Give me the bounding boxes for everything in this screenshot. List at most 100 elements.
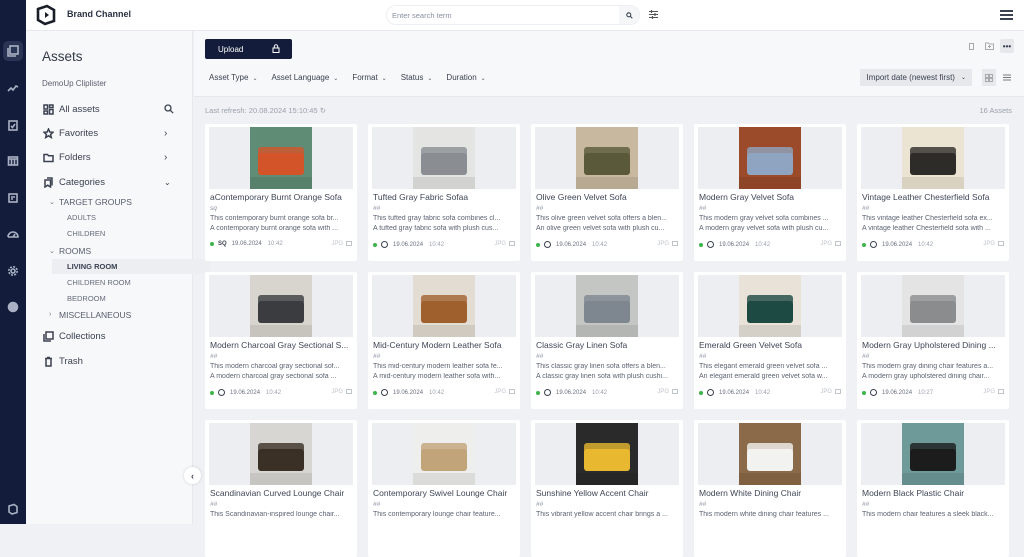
category-children-room[interactable]: CHILDREN ROOM bbox=[26, 275, 193, 290]
trash-icon bbox=[968, 43, 974, 50]
filter-format[interactable]: Format ⌄ bbox=[352, 73, 386, 82]
search-icon[interactable] bbox=[164, 104, 174, 114]
filter-settings-icon[interactable] bbox=[648, 9, 659, 20]
category-living-room[interactable]: LIVING ROOM bbox=[52, 259, 210, 274]
asset-card[interactable]: Contemporary Swivel Lounge Chair ## This c… bbox=[368, 420, 520, 557]
brand-logo-icon[interactable] bbox=[35, 4, 57, 26]
tasks-rail-icon[interactable] bbox=[3, 115, 23, 135]
delete-button[interactable] bbox=[964, 39, 978, 53]
grid-view-button[interactable] bbox=[982, 69, 996, 86]
sort-select[interactable]: Import date (newest first) ⌄ bbox=[860, 69, 972, 86]
menu-icon[interactable] bbox=[1000, 10, 1013, 22]
category-rooms[interactable]: ⌄ ROOMS bbox=[26, 243, 193, 258]
search-button[interactable] bbox=[619, 6, 639, 24]
brand-rail-icon[interactable] bbox=[3, 499, 23, 519]
user-avatar-rail-icon[interactable] bbox=[3, 297, 23, 317]
asset-image bbox=[739, 275, 801, 337]
asset-title[interactable]: Sunshine Yellow Accent Chair bbox=[536, 488, 678, 498]
category-miscellaneous[interactable]: › MISCELLANEOUS bbox=[26, 307, 193, 322]
asset-thumbnail[interactable] bbox=[698, 127, 842, 189]
settings-rail-icon[interactable] bbox=[3, 261, 23, 281]
refresh-icon[interactable]: ↻ bbox=[320, 106, 326, 115]
asset-title[interactable]: Modern Charcoal Gray Sectional S... bbox=[210, 340, 352, 350]
asset-card[interactable]: Sunshine Yellow Accent Chair ## This vibra… bbox=[531, 420, 683, 557]
asset-card[interactable]: Modern Gray Velvet Sofa ## This modern gra… bbox=[694, 124, 846, 261]
asset-date: 19.06.2024 bbox=[719, 389, 750, 396]
filter-duration[interactable]: Duration ⌄ bbox=[446, 73, 485, 82]
globe-icon bbox=[544, 389, 551, 396]
asset-card[interactable]: Modern White Dining Chair ## This modern w… bbox=[694, 420, 846, 557]
asset-thumbnail[interactable] bbox=[698, 423, 842, 485]
filter-asset-type[interactable]: Asset Type ⌄ bbox=[209, 73, 257, 82]
asset-thumbnail[interactable] bbox=[372, 127, 516, 189]
asset-thumbnail[interactable] bbox=[698, 275, 842, 337]
asset-title[interactable]: Classic Gray Linen Sofa bbox=[536, 340, 678, 350]
image-type-icon bbox=[835, 241, 841, 247]
filter-status[interactable]: Status ⌄ bbox=[401, 73, 433, 82]
asset-card[interactable]: Tufted Gray Fabric Sofaa ## This tufted gr… bbox=[368, 124, 520, 261]
asset-date: 19.06.2024 bbox=[393, 241, 424, 248]
asset-thumbnail[interactable] bbox=[209, 127, 353, 189]
asset-time: 10:42 bbox=[755, 389, 771, 396]
asset-card[interactable]: Scandinavian Curved Lounge Chair ## This S… bbox=[205, 420, 357, 557]
assets-rail-icon[interactable] bbox=[3, 41, 23, 61]
nav-collections[interactable]: Collections bbox=[26, 327, 193, 345]
search-input[interactable]: Enter search term bbox=[386, 5, 640, 25]
asset-title[interactable]: Vintage Leather Chesterfield Sofa bbox=[862, 192, 1004, 202]
asset-thumbnail[interactable] bbox=[861, 423, 1005, 485]
asset-thumbnail[interactable] bbox=[209, 423, 353, 485]
asset-thumbnail[interactable] bbox=[535, 275, 679, 337]
asset-card[interactable]: Classic Gray Linen Sofa ## This classic gr… bbox=[531, 272, 683, 409]
asset-title[interactable]: Modern Gray Upholstered Dining ... bbox=[862, 340, 1004, 350]
pages-rail-icon[interactable] bbox=[3, 188, 23, 208]
asset-card[interactable]: Emerald Green Velvet Sofa ## This elegant … bbox=[694, 272, 846, 409]
category-children[interactable]: CHILDREN bbox=[26, 226, 193, 241]
layout-rail-icon[interactable] bbox=[3, 151, 23, 171]
nav-favorites[interactable]: Favorites › bbox=[26, 124, 193, 142]
asset-thumbnail[interactable] bbox=[861, 127, 1005, 189]
asset-card[interactable]: Modern Charcoal Gray Sectional S... ## Thi… bbox=[205, 272, 357, 409]
asset-thumbnail[interactable] bbox=[861, 275, 1005, 337]
analytics-rail-icon[interactable] bbox=[3, 78, 23, 98]
filter-asset-language[interactable]: Asset Language ⌄ bbox=[271, 73, 338, 82]
asset-thumbnail[interactable] bbox=[535, 423, 679, 485]
asset-card[interactable]: Modern Black Plastic Chair ## This modern … bbox=[857, 420, 1009, 557]
nav-trash[interactable]: Trash bbox=[26, 352, 193, 370]
format-label: JPG bbox=[820, 241, 832, 248]
format-label: JPG bbox=[494, 389, 506, 396]
asset-title[interactable]: Modern White Dining Chair bbox=[699, 488, 841, 498]
nav-categories[interactable]: Categories ⌄ bbox=[26, 173, 193, 191]
asset-title[interactable]: aContemporary Burnt Orange Sofa bbox=[210, 192, 352, 202]
asset-title[interactable]: Olive Green Velvet Sofa bbox=[536, 192, 678, 202]
asset-card[interactable]: Vintage Leather Chesterfield Sofa ## This … bbox=[857, 124, 1009, 261]
asset-card[interactable]: aContemporary Burnt Orange Sofa sq This co… bbox=[205, 124, 357, 261]
asset-thumbnail[interactable] bbox=[209, 275, 353, 337]
move-to-folder-button[interactable] bbox=[982, 39, 996, 53]
category-bedroom[interactable]: BEDROOM bbox=[26, 291, 193, 306]
category-target-groups[interactable]: ⌄ TARGET GROUPS bbox=[26, 194, 193, 209]
asset-card[interactable]: Modern Gray Upholstered Dining ... ## This… bbox=[857, 272, 1009, 409]
list-view-button[interactable] bbox=[1000, 69, 1014, 86]
dashboard-rail-icon[interactable] bbox=[3, 224, 23, 244]
asset-thumbnail[interactable] bbox=[535, 127, 679, 189]
status-dot-icon bbox=[862, 242, 866, 247]
asset-thumbnail[interactable] bbox=[372, 275, 516, 337]
asset-card[interactable]: Mid-Century Modern Leather Sofa ## This mi… bbox=[368, 272, 520, 409]
category-adults[interactable]: ADULTS bbox=[26, 210, 193, 225]
asset-title[interactable]: Mid-Century Modern Leather Sofa bbox=[373, 340, 515, 350]
filter-label: Status bbox=[400, 73, 424, 82]
asset-title[interactable]: Modern Gray Velvet Sofa bbox=[699, 192, 841, 202]
asset-title[interactable]: Scandinavian Curved Lounge Chair bbox=[210, 488, 352, 498]
asset-thumbnail[interactable] bbox=[372, 423, 516, 485]
asset-card[interactable]: Olive Green Velvet Sofa ## This olive gree… bbox=[531, 124, 683, 261]
nav-all-assets[interactable]: All assets bbox=[26, 100, 193, 118]
upload-button[interactable]: Upload bbox=[205, 39, 292, 59]
asset-title[interactable]: Modern Black Plastic Chair bbox=[862, 488, 1004, 498]
asset-title[interactable]: Contemporary Swivel Lounge Chair bbox=[373, 488, 515, 498]
asset-time: 10:42 bbox=[266, 389, 282, 396]
globe-icon bbox=[218, 389, 225, 396]
more-actions-button[interactable]: ••• bbox=[1000, 39, 1014, 53]
asset-title[interactable]: Emerald Green Velvet Sofa bbox=[699, 340, 841, 350]
asset-title[interactable]: Tufted Gray Fabric Sofaa bbox=[373, 192, 515, 202]
nav-folders[interactable]: Folders › bbox=[26, 148, 193, 166]
